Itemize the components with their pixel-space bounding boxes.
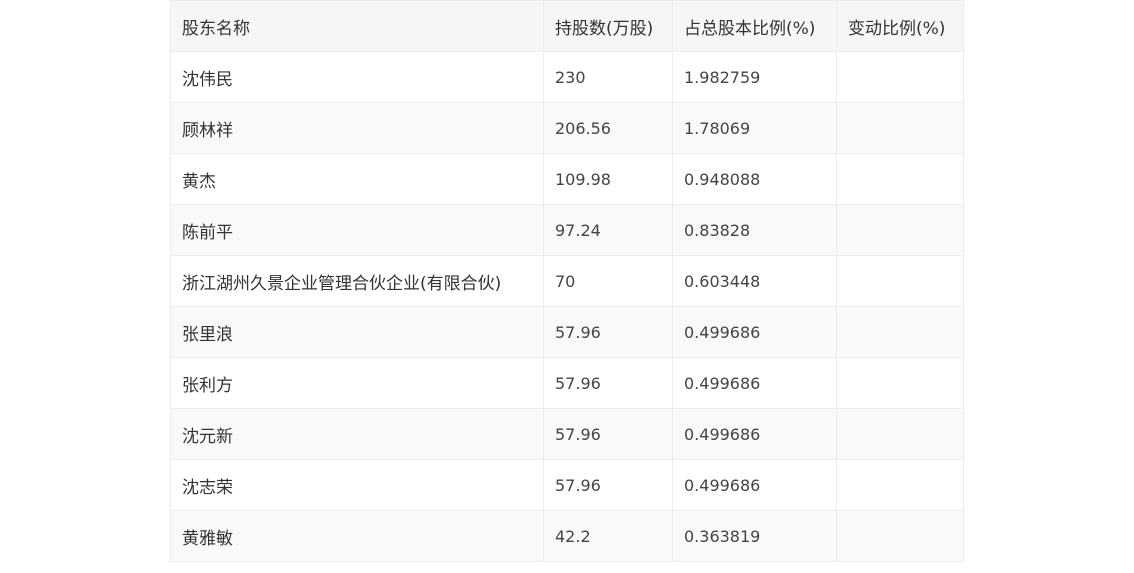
table-row: 张里浪 57.96 0.499686 xyxy=(170,306,964,358)
cell-change-ratio xyxy=(836,204,964,256)
cell-change-ratio xyxy=(836,357,964,409)
cell-share-ratio: 0.948088 xyxy=(672,153,837,205)
cell-share-ratio: 0.499686 xyxy=(672,357,837,409)
cell-shares-held: 97.24 xyxy=(543,204,673,256)
header-shares-held: 持股数(万股) xyxy=(543,0,673,52)
cell-share-ratio: 0.603448 xyxy=(672,255,837,307)
cell-shareholder-name: 黄雅敏 xyxy=(170,510,544,562)
cell-shares-held: 109.98 xyxy=(543,153,673,205)
table-row: 陈前平 97.24 0.83828 xyxy=(170,204,964,256)
cell-shareholder-name: 沈元新 xyxy=(170,408,544,460)
cell-shares-held: 57.96 xyxy=(543,459,673,511)
table-row: 黄雅敏 42.2 0.363819 xyxy=(170,510,964,562)
cell-share-ratio: 1.982759 xyxy=(672,51,837,103)
cell-shares-held: 230 xyxy=(543,51,673,103)
header-shareholder-name: 股东名称 xyxy=(170,0,544,52)
cell-share-ratio: 1.78069 xyxy=(672,102,837,154)
table-row: 张利方 57.96 0.499686 xyxy=(170,357,964,409)
cell-shareholder-name: 黄杰 xyxy=(170,153,544,205)
cell-change-ratio xyxy=(836,255,964,307)
header-share-ratio: 占总股本比例(%) xyxy=(672,0,837,52)
table-header-row: 股东名称 持股数(万股) 占总股本比例(%) 变动比例(%) xyxy=(170,0,964,52)
cell-shares-held: 57.96 xyxy=(543,408,673,460)
cell-change-ratio xyxy=(836,51,964,103)
cell-change-ratio xyxy=(836,459,964,511)
cell-share-ratio: 0.363819 xyxy=(672,510,837,562)
cell-change-ratio xyxy=(836,408,964,460)
cell-shareholder-name: 沈伟民 xyxy=(170,51,544,103)
cell-shares-held: 57.96 xyxy=(543,306,673,358)
cell-shareholder-name: 张里浪 xyxy=(170,306,544,358)
cell-shares-held: 57.96 xyxy=(543,357,673,409)
shareholder-table: 股东名称 持股数(万股) 占总股本比例(%) 变动比例(%) 沈伟民 230 1… xyxy=(170,0,964,562)
cell-share-ratio: 0.83828 xyxy=(672,204,837,256)
cell-change-ratio xyxy=(836,102,964,154)
table-row: 顾林祥 206.56 1.78069 xyxy=(170,102,964,154)
cell-shares-held: 70 xyxy=(543,255,673,307)
cell-shareholder-name: 陈前平 xyxy=(170,204,544,256)
cell-shareholder-name: 沈志荣 xyxy=(170,459,544,511)
table-row: 浙江湖州久景企业管理合伙企业(有限合伙) 70 0.603448 xyxy=(170,255,964,307)
table-row: 沈志荣 57.96 0.499686 xyxy=(170,459,964,511)
cell-share-ratio: 0.499686 xyxy=(672,459,837,511)
cell-change-ratio xyxy=(836,510,964,562)
header-change-ratio: 变动比例(%) xyxy=(836,0,964,52)
table-row: 沈元新 57.96 0.499686 xyxy=(170,408,964,460)
cell-shares-held: 206.56 xyxy=(543,102,673,154)
table-row: 沈伟民 230 1.982759 xyxy=(170,51,964,103)
shareholder-table-container: 股东名称 持股数(万股) 占总股本比例(%) 变动比例(%) 沈伟民 230 1… xyxy=(170,0,964,562)
cell-change-ratio xyxy=(836,153,964,205)
cell-shareholder-name: 顾林祥 xyxy=(170,102,544,154)
table-row: 黄杰 109.98 0.948088 xyxy=(170,153,964,205)
cell-shareholder-name: 浙江湖州久景企业管理合伙企业(有限合伙) xyxy=(170,255,544,307)
cell-share-ratio: 0.499686 xyxy=(672,408,837,460)
cell-change-ratio xyxy=(836,306,964,358)
cell-shares-held: 42.2 xyxy=(543,510,673,562)
cell-shareholder-name: 张利方 xyxy=(170,357,544,409)
cell-share-ratio: 0.499686 xyxy=(672,306,837,358)
